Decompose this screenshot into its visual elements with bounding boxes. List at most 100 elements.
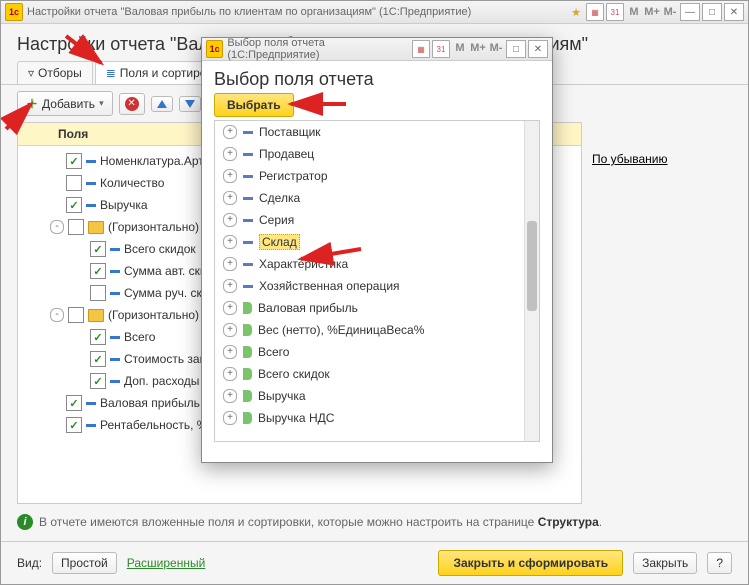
tree-row-label: Всего скидок <box>124 242 196 256</box>
modal-list-item[interactable]: +Всего <box>215 341 525 363</box>
filter-icon: ▿ <box>28 66 34 80</box>
favorite-icon[interactable]: ★ <box>568 4 584 20</box>
checkbox[interactable] <box>90 263 106 279</box>
expand-icon[interactable]: + <box>223 323 237 337</box>
dropdown-icon: ▾ <box>99 98 104 109</box>
modal-list-item[interactable]: + Характеристика <box>215 253 525 275</box>
calendar-icon-2[interactable]: 31 <box>606 3 624 21</box>
field-icon <box>243 219 253 222</box>
checkbox[interactable] <box>68 307 84 323</box>
minimize-button[interactable]: — <box>680 3 700 21</box>
modal-list-item[interactable]: + Сделка <box>215 187 525 209</box>
modal-item-label: Регистратор <box>259 169 328 183</box>
close-and-form-button[interactable]: Закрыть и сформировать <box>438 550 623 576</box>
m-minus-button[interactable]: M- <box>662 4 678 20</box>
checkbox[interactable] <box>90 373 106 389</box>
tree-row-label: (Горизонтально) <box>108 308 199 322</box>
modal-m-plus[interactable]: M+ <box>470 40 486 56</box>
modal-scroll-thumb[interactable] <box>527 221 537 311</box>
view-advanced-link[interactable]: Расширенный <box>127 556 206 570</box>
field-icon <box>86 402 96 405</box>
function-icon <box>243 368 252 380</box>
function-icon <box>243 302 252 314</box>
modal-scrollbar[interactable] <box>524 121 539 441</box>
modal-list-item[interactable]: +Хозяйственная операция <box>215 275 525 297</box>
delete-button[interactable]: ✕ <box>119 93 145 115</box>
checkbox[interactable] <box>66 417 82 433</box>
tree-row-label: Номенклатура.Арт <box>100 154 204 168</box>
modal-cal-icon-1[interactable]: ▦ <box>412 40 430 58</box>
expand-icon[interactable]: + <box>223 169 237 183</box>
modal-list-item[interactable]: +Вес (нетто), %ЕдиницаВеса% <box>215 319 525 341</box>
modal-close[interactable]: ✕ <box>528 40 548 58</box>
close-button[interactable]: Закрыть <box>633 552 697 574</box>
expand-icon[interactable]: - <box>50 308 64 322</box>
expand-icon[interactable]: + <box>223 367 237 381</box>
checkbox[interactable] <box>90 241 106 257</box>
checkbox[interactable] <box>90 329 106 345</box>
expand-icon[interactable]: + <box>223 411 237 425</box>
expand-icon[interactable]: + <box>223 257 237 271</box>
expand-icon[interactable]: - <box>50 220 64 234</box>
modal-m[interactable]: M <box>452 40 468 56</box>
m-plus-button[interactable]: M+ <box>644 4 660 20</box>
sort-direction-link[interactable]: По убыванию <box>592 152 668 166</box>
checkbox[interactable] <box>90 351 106 367</box>
modal-item-label: Склад <box>259 234 300 250</box>
field-icon <box>243 153 253 156</box>
modal-list-item[interactable]: +Всего скидок <box>215 363 525 385</box>
move-up-button[interactable] <box>151 96 173 112</box>
modal-item-label: Сделка <box>259 191 300 205</box>
field-icon <box>86 204 96 207</box>
modal-list-item[interactable]: + Валовая прибыль <box>215 297 525 319</box>
checkbox[interactable] <box>90 285 106 301</box>
modal-list-item[interactable]: +Поставщик <box>215 121 525 143</box>
expand-icon[interactable]: + <box>223 301 237 315</box>
expand-icon[interactable]: + <box>223 125 237 139</box>
expand-icon[interactable]: + <box>223 147 237 161</box>
modal-cal-icon-2[interactable]: 31 <box>432 40 450 58</box>
checkbox[interactable] <box>66 197 82 213</box>
tree-row-label: Валовая прибыль <box>100 396 200 410</box>
close-window-button[interactable]: ✕ <box>724 3 744 21</box>
expand-icon[interactable]: + <box>223 191 237 205</box>
modal-select-button[interactable]: Выбрать <box>214 93 294 117</box>
modal-list-item[interactable]: +Продавец <box>215 143 525 165</box>
arrow-down-icon <box>185 100 195 108</box>
info-suffix: . <box>599 515 602 529</box>
tab-filters[interactable]: ▿ Отборы <box>17 61 93 84</box>
checkbox[interactable] <box>66 153 82 169</box>
modal-list-item[interactable]: +Серия <box>215 209 525 231</box>
add-button[interactable]: ＋ Добавить ▾ <box>17 91 113 116</box>
expand-icon[interactable]: + <box>223 279 237 293</box>
checkbox[interactable] <box>66 175 82 191</box>
expand-icon[interactable]: + <box>223 235 237 249</box>
modal-field-list: +Поставщик+Продавец+Регистратор+Сделка+С… <box>214 120 540 442</box>
move-down-button[interactable] <box>179 96 201 112</box>
tree-row-label: Сумма авт. ски <box>124 264 207 278</box>
help-button[interactable]: ? <box>707 552 732 574</box>
calendar-icon-1[interactable]: ▦ <box>586 3 604 21</box>
info-link[interactable]: Структура <box>538 515 599 529</box>
checkbox[interactable] <box>66 395 82 411</box>
modal-m-minus[interactable]: M- <box>488 40 504 56</box>
checkbox[interactable] <box>68 219 84 235</box>
folder-icon <box>88 221 104 234</box>
m-button[interactable]: M <box>626 4 642 20</box>
expand-icon[interactable]: + <box>223 345 237 359</box>
modal-maximize[interactable]: □ <box>506 40 526 58</box>
modal-list-item[interactable]: +Выручка <box>215 385 525 407</box>
field-icon <box>86 182 96 185</box>
x-icon: ✕ <box>125 97 139 111</box>
modal-list-item[interactable]: + Регистратор <box>215 165 525 187</box>
modal-item-label: Валовая прибыль <box>258 301 358 315</box>
field-icon <box>243 263 253 266</box>
modal-list-item[interactable]: +Выручка НДС <box>215 407 525 429</box>
modal-list-item[interactable]: + Склад <box>215 231 525 253</box>
maximize-button[interactable]: □ <box>702 3 722 21</box>
view-simple-button[interactable]: Простой <box>52 552 117 574</box>
fields-icon: ≣ <box>106 66 116 80</box>
modal-item-label: Характеристика <box>259 257 348 271</box>
expand-icon[interactable]: + <box>223 389 237 403</box>
expand-icon[interactable]: + <box>223 213 237 227</box>
